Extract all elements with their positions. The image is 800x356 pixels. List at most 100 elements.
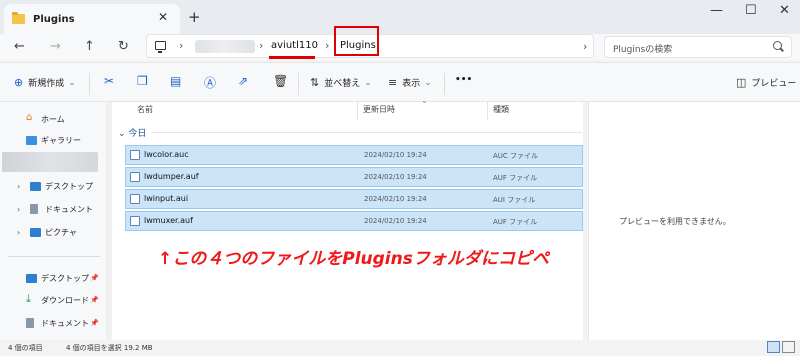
sort-label: 並べ替え: [324, 79, 361, 89]
minimize-button[interactable]: —: [710, 3, 723, 18]
delete-icon[interactable]: 🗑: [273, 74, 288, 88]
chevron-right-icon: ›: [17, 181, 21, 191]
gallery-icon: [26, 135, 37, 145]
maximize-button[interactable]: ☐: [745, 3, 757, 18]
close-tab-icon[interactable]: ✕: [158, 10, 168, 24]
selection-info: 4 個の項目を選択 19.2 MB: [66, 344, 153, 352]
tab-plugins[interactable]: Plugins ✕: [4, 4, 180, 34]
preview-label: プレビュー: [751, 79, 797, 89]
new-button[interactable]: ⊕ 新規作成 ⌄: [14, 76, 76, 89]
search-box[interactable]: Pluginsの検索: [604, 36, 792, 58]
desktop-icon: [26, 273, 37, 283]
more-options-button[interactable]: •••: [455, 75, 472, 85]
tiles-view-button[interactable]: [782, 341, 795, 353]
address-dropdown-chevron[interactable]: ›: [583, 40, 587, 53]
divider: [298, 73, 299, 95]
file-name: lwcolor.auc: [144, 150, 189, 159]
sidebar-item-pictures[interactable]: › ピクチャ: [0, 223, 106, 241]
view-button[interactable]: ≡ 表示 ⌄: [388, 76, 432, 89]
column-header-modified[interactable]: 更新日時: [363, 104, 395, 115]
sort-chevron-icon: ⌄: [421, 96, 428, 105]
rename-icon[interactable]: Ⓐ: [204, 74, 216, 91]
sidebar-item-label: デスクトップ: [41, 273, 89, 283]
file-type: AUI ファイル: [493, 196, 536, 204]
title-bar: Plugins ✕ + — ☐ ✕: [0, 0, 800, 34]
preview-message: プレビューを利用できません。: [619, 217, 731, 226]
chevron-right-icon: ›: [17, 204, 21, 214]
checkbox[interactable]: [130, 172, 140, 182]
table-row[interactable]: lwinput.aui 2024/02/10 19:24 AUI ファイル: [125, 189, 583, 209]
chevron-down-icon: ⌄: [68, 77, 76, 88]
highlight-underline: [269, 56, 315, 59]
refresh-button[interactable]: ↻: [118, 39, 129, 54]
search-placeholder: Pluginsの検索: [613, 45, 673, 55]
file-type: AUC ファイル: [493, 152, 539, 160]
share-icon[interactable]: ⇗: [238, 74, 248, 88]
sidebar-item-label: ホーム: [41, 114, 65, 124]
forward-button[interactable]: →: [50, 39, 61, 54]
blurred-crumb: [195, 40, 255, 53]
breadcrumb-separator: ›: [259, 39, 264, 52]
close-window-button[interactable]: ✕: [779, 3, 790, 18]
file-list-scrollbar[interactable]: [583, 102, 587, 340]
preview-pane-icon: ◫: [736, 76, 747, 89]
sidebar-item-gallery[interactable]: ギャラリー: [0, 131, 106, 149]
sidebar-item-documents[interactable]: › ドキュメント: [0, 200, 106, 218]
folder-icon: [12, 12, 25, 24]
view-label: 表示: [402, 79, 421, 89]
new-label: 新規作成: [28, 79, 65, 89]
chevron-down-icon: ⌄: [424, 77, 432, 88]
group-header-today[interactable]: ⌄ 今日: [118, 126, 146, 139]
sidebar-item-desktop[interactable]: › デスクトップ: [0, 177, 106, 195]
document-icon: [30, 204, 38, 214]
sidebar-item-downloads[interactable]: ⤓ ダウンロード 📌: [0, 291, 106, 309]
paste-icon[interactable]: ▤: [170, 74, 181, 88]
view-icon: ≡: [388, 76, 398, 89]
plus-circle-icon: ⊕: [14, 76, 24, 89]
file-type: AUF ファイル: [493, 218, 538, 226]
sidebar-item-label: ドキュメント: [41, 318, 89, 328]
annotation-text: ↑この４つのファイルをPluginsフォルダにコピペ: [158, 249, 549, 269]
file-date: 2024/02/10 19:24: [364, 173, 427, 181]
group-label: 今日: [128, 129, 147, 139]
file-name: lwmuxer.auf: [144, 216, 193, 225]
breadcrumb-separator: ›: [325, 39, 330, 52]
tab-title: Plugins: [33, 13, 75, 25]
sort-icon: ⇅: [310, 76, 320, 89]
checkbox[interactable]: [130, 150, 140, 160]
group-rule: [152, 132, 582, 133]
file-date: 2024/02/10 19:24: [364, 195, 427, 203]
checkbox[interactable]: [130, 194, 140, 204]
table-row[interactable]: lwmuxer.auf 2024/02/10 19:24 AUF ファイル: [125, 211, 583, 231]
cut-icon[interactable]: ✂: [104, 74, 114, 88]
copy-icon[interactable]: ❐: [137, 74, 148, 88]
file-name: lwdumper.auf: [144, 172, 199, 181]
item-count: 4 個の項目: [8, 344, 43, 352]
table-row[interactable]: lwcolor.auc 2024/02/10 19:24 AUC ファイル: [125, 145, 583, 165]
sidebar-divider: [8, 256, 100, 257]
preview-button[interactable]: ◫ プレビュー: [736, 76, 796, 89]
chevron-right-icon: ›: [17, 227, 21, 237]
column-header-name[interactable]: 名前: [137, 104, 153, 115]
back-button[interactable]: ←: [14, 39, 25, 54]
divider: [444, 73, 445, 95]
pin-icon: 📌: [90, 296, 99, 304]
breadcrumb-aviutl110[interactable]: aviutl110: [271, 40, 318, 51]
file-name: lwinput.aui: [144, 194, 189, 203]
sort-button[interactable]: ⇅ 並べ替え ⌄: [310, 76, 372, 89]
column-header-type[interactable]: 種類: [493, 104, 509, 115]
table-row[interactable]: lwdumper.auf 2024/02/10 19:24 AUF ファイル: [125, 167, 583, 187]
file-date: 2024/02/10 19:24: [364, 217, 427, 225]
column-separator: [487, 102, 488, 120]
up-button[interactable]: ↑: [84, 39, 95, 54]
sidebar-item-desktop-pinned[interactable]: デスクトップ 📌: [0, 269, 106, 287]
sidebar-item-documents-pinned[interactable]: ドキュメント 📌: [0, 314, 106, 332]
sidebar-item-home[interactable]: ⌂ ホーム: [0, 110, 106, 128]
details-view-button[interactable]: [767, 341, 780, 353]
chevron-down-icon: ⌄: [118, 129, 129, 139]
new-tab-button[interactable]: +: [188, 8, 201, 26]
checkbox[interactable]: [130, 216, 140, 226]
file-date: 2024/02/10 19:24: [364, 151, 427, 159]
sidebar-item-label: ギャラリー: [41, 135, 81, 145]
command-bar: ⊕ 新規作成 ⌄ ✂ ❐ ▤ Ⓐ ⇗ 🗑 ⇅ 並べ替え ⌄ ≡ 表示 ⌄ •••…: [0, 62, 800, 102]
